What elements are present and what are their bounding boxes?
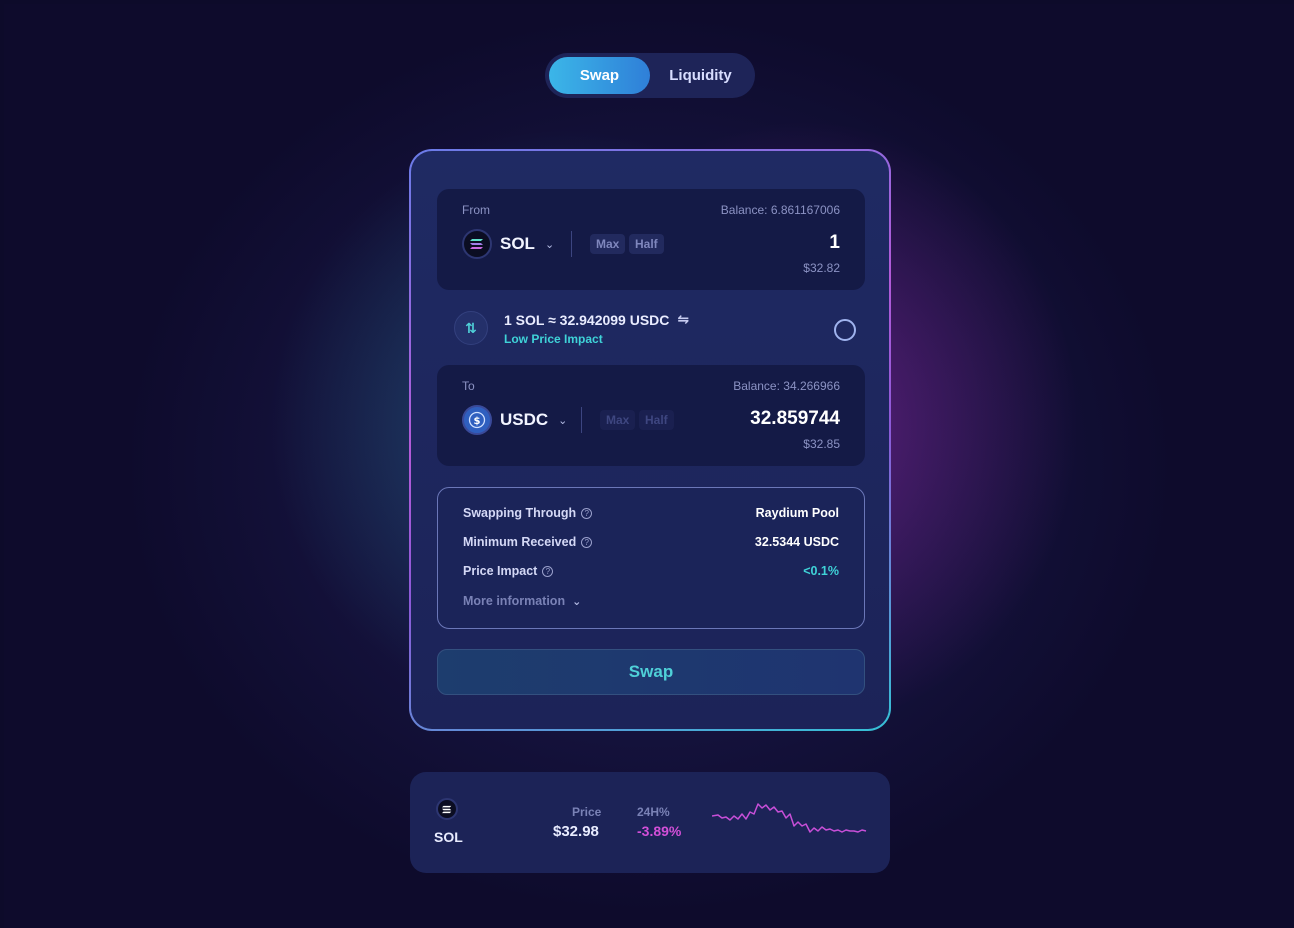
info-row: Swapping Through? Raydium Pool [463,506,839,520]
info-value: Raydium Pool [755,506,839,520]
info-value: <0.1% [803,564,839,578]
from-max-button[interactable]: Max [590,234,626,254]
from-amount-input[interactable]: 1 [829,232,840,254]
change-label: 24H% [637,805,670,819]
info-value: 32.5344 USDC [754,535,839,549]
price-label: Price [572,805,602,819]
usdc-icon: $ [462,405,492,435]
swap-button[interactable]: Swap [437,649,865,695]
from-token-selector[interactable]: SOL ⌄ [462,229,554,259]
from-usd-value: $32.82 [803,261,840,275]
solana-icon [436,798,458,820]
to-token-name: USDC [500,410,549,429]
more-information-label: More information [463,594,566,608]
info-key: Minimum Received [463,535,577,549]
price-impact-label: Low Price Impact [504,332,603,346]
from-balance: Balance: 6.861167006 [720,203,840,217]
to-token-selector[interactable]: $ USDC ⌄ [462,405,567,435]
to-amount-output: 32.859744 [750,408,840,429]
swap-card: From Balance: 6.861167006 SOL ⌄ Max Half… [410,150,890,730]
info-row: Minimum Received? 32.5344 USDC [463,535,839,549]
to-max-button[interactable]: Max [600,410,636,430]
chevron-down-icon: ⌄ [572,595,582,608]
mode-tabs: Swap Liquidity [545,53,755,98]
chevron-down-icon: ⌄ [558,414,568,427]
refresh-ring-icon[interactable] [834,319,856,341]
chevron-down-icon: ⌄ [544,238,555,251]
svg-text:$: $ [474,416,481,427]
swap-direction-button[interactable]: ⇅ [454,311,488,345]
info-key: Price Impact [463,564,538,578]
tab-swap[interactable]: Swap [549,57,650,94]
to-half-button[interactable]: Half [639,410,674,430]
to-label: To [462,379,475,393]
question-circle-icon[interactable]: ? [542,565,554,577]
question-circle-icon[interactable]: ? [581,536,593,548]
to-usd-value: $32.85 [803,437,840,451]
more-information-toggle[interactable]: More information ⌄ [463,594,581,608]
from-token-name: SOL [500,234,535,253]
price-card-symbol: SOL [434,829,463,845]
divider [571,231,572,257]
info-key: Swapping Through [463,506,577,520]
invert-rate-icon[interactable]: ⇋ [677,311,689,328]
route-info-box: Swapping Through? Raydium Pool Minimum R… [437,487,865,629]
to-balance: Balance: 34.266966 [733,379,840,393]
from-half-button[interactable]: Half [629,234,664,254]
exchange-rate: 1 SOL ≈ 32.942099 USDC ⇋ [504,311,689,328]
from-label: From [462,203,490,217]
change-value: -3.89% [637,823,682,839]
question-circle-icon[interactable]: ? [581,507,593,519]
rate-text: 1 SOL ≈ 32.942099 USDC [504,311,670,328]
solana-icon [462,229,492,259]
from-panel: From Balance: 6.861167006 SOL ⌄ Max Half… [437,189,865,290]
price-card: SOL Price $32.98 24H% -3.89% [410,772,890,873]
to-panel: To Balance: 34.266966 $ USDC ⌄ Max Half … [437,365,865,466]
divider [581,407,582,433]
info-row: Price Impact? <0.1% [463,564,839,578]
price-value: $32.98 [553,823,599,840]
tab-liquidity[interactable]: Liquidity [650,57,751,94]
price-sparkline [712,803,867,833]
